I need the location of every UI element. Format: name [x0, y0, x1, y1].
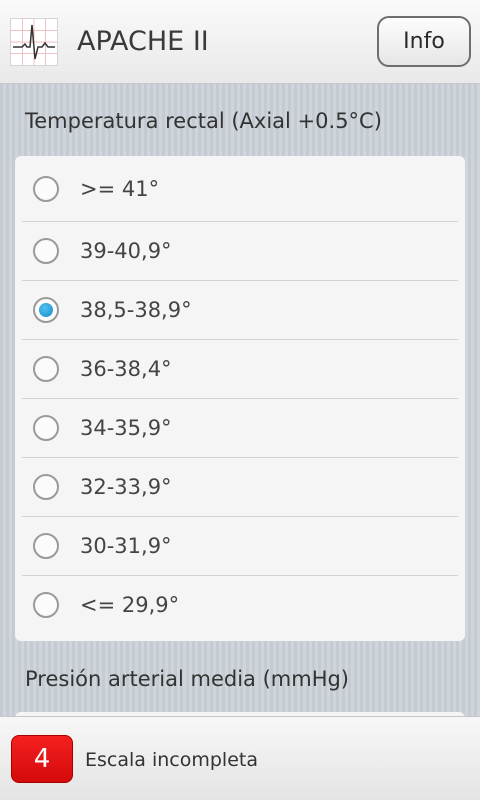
option-label: 30-31,9°: [80, 534, 172, 558]
option-row[interactable]: 32-33,9°: [15, 458, 465, 517]
status-text: Escala incompleta: [85, 749, 258, 771]
temperatura-options-card: >= 41° 39-40,9° 38,5-38,9° 36-38,4° 34-3…: [15, 156, 465, 641]
info-button[interactable]: Info: [377, 16, 471, 67]
option-row[interactable]: <= 29,9°: [15, 576, 465, 635]
radio-button[interactable]: [33, 176, 59, 202]
option-row[interactable]: 39-40,9°: [15, 222, 465, 281]
option-label: 36-38,4°: [80, 357, 172, 381]
footer-bar: 4 Escala incompleta: [0, 716, 480, 800]
radio-button-selected[interactable]: [33, 297, 59, 323]
option-row[interactable]: >= 41°: [15, 159, 465, 218]
option-label: >= 41°: [80, 177, 160, 201]
radio-button[interactable]: [33, 533, 59, 559]
app-header: APACHE II Info: [0, 0, 480, 84]
option-label: 34-35,9°: [80, 416, 172, 440]
radio-button[interactable]: [33, 238, 59, 264]
option-row[interactable]: 34-35,9°: [15, 399, 465, 458]
radio-button[interactable]: [33, 592, 59, 618]
option-label: 32-33,9°: [80, 475, 172, 499]
section-title-presion: Presión arterial media (mmHg): [25, 667, 350, 691]
score-badge: 4: [11, 735, 73, 783]
radio-button[interactable]: [33, 415, 59, 441]
radio-button[interactable]: [33, 356, 59, 382]
ecg-icon: [10, 18, 58, 66]
option-row[interactable]: 36-38,4°: [15, 340, 465, 399]
option-label: 38,5-38,9°: [80, 298, 192, 322]
radio-button[interactable]: [33, 474, 59, 500]
app-title: APACHE II: [77, 26, 209, 57]
option-row[interactable]: 30-31,9°: [15, 517, 465, 576]
option-label: <= 29,9°: [80, 593, 180, 617]
option-row[interactable]: 38,5-38,9°: [15, 281, 465, 340]
section-title-temperatura: Temperatura rectal (Axial +0.5°C): [25, 109, 382, 133]
option-label: 39-40,9°: [80, 239, 172, 263]
